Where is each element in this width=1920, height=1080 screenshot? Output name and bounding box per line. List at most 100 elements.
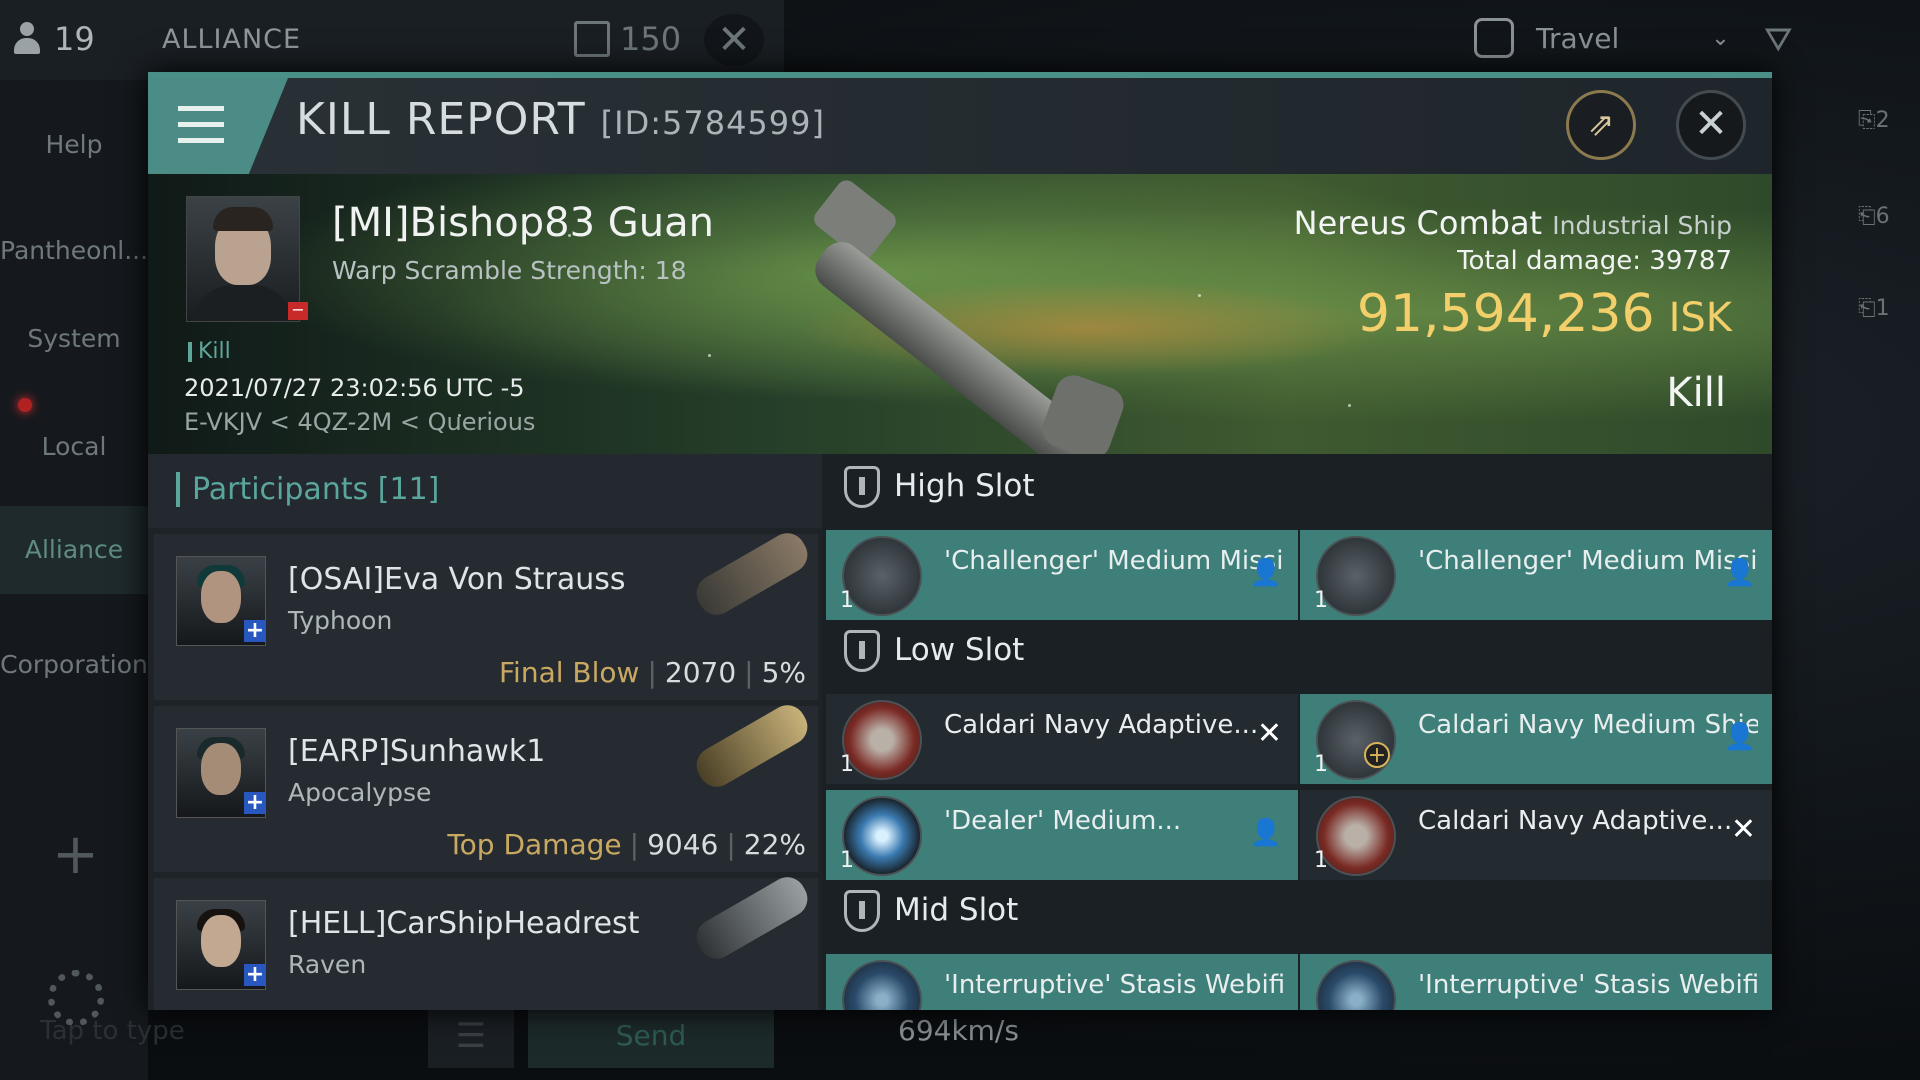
module-item[interactable]: 1 'Dealer' Medium... 👤 <box>826 790 1298 880</box>
plus-icon: + <box>1364 742 1390 768</box>
module-qty: 1 <box>1314 752 1328 777</box>
member-count[interactable]: 19 <box>12 20 95 58</box>
participant-name: [EARP]Sunhawk1 <box>288 734 546 769</box>
high-slot-header: High Slot <box>822 454 1772 524</box>
dropped-person-icon: 👤 <box>1723 558 1756 588</box>
member-count-value: 19 <box>54 20 95 58</box>
menu-button[interactable] <box>148 78 288 174</box>
filter-icon[interactable]: ⛛ <box>1764 20 1802 60</box>
participants-count: [11] <box>377 472 440 507</box>
kill-tag: Kill <box>188 341 231 363</box>
notification-dot <box>18 398 32 412</box>
participant-ship-image <box>690 526 814 622</box>
nav-help[interactable]: Help <box>0 120 148 170</box>
stasis-webifier-icon <box>842 960 922 1010</box>
chat-menu-button[interactable]: ☰ <box>428 1004 514 1068</box>
module-item[interactable]: 'Interruptive' Stasis Webifier <box>826 954 1298 1010</box>
kill-report-header: KILL REPORT [ID:5784599] ⇗ ✕ <box>148 78 1772 174</box>
participant-damage: 2070 <box>664 656 737 689</box>
dropped-person-icon: 👤 <box>1723 722 1756 752</box>
module-qty: 1 <box>840 848 854 873</box>
participant-stats: Final Blow | 2070 | 5% <box>498 656 806 689</box>
afterburner-icon <box>842 796 922 876</box>
module-name: 'Interruptive' Stasis Webifier <box>1418 970 1758 1000</box>
module-name: 'Challenger' Medium Missile ... <box>944 546 1284 576</box>
close-chat-button[interactable]: ✕ <box>704 14 764 66</box>
destroyed-icon: ✕ <box>1730 812 1756 847</box>
nav-pantheon[interactable]: Pantheonl... <box>0 226 148 276</box>
side-icon-count: 6 <box>1875 204 1890 229</box>
isk-value: 91,594,236 ISK <box>1356 284 1732 344</box>
plus-icon: + <box>244 962 266 987</box>
plus-icon: + <box>244 790 266 815</box>
person-icon <box>12 22 42 56</box>
participant-name: [HELL]CarShipHeadrest <box>288 906 640 941</box>
participant-row[interactable]: + [HELL]CarShipHeadrest Raven <box>154 870 818 1010</box>
participant-ship: Raven <box>288 950 367 979</box>
participant-role: Final Blow <box>498 656 640 689</box>
add-channel-icon[interactable]: + <box>52 822 99 887</box>
kill-datetime: 2021/07/27 23:02:56 UTC -5 <box>184 374 525 402</box>
participants-header: Participants [11] <box>148 454 822 528</box>
slot-shield-icon <box>844 630 880 672</box>
victim-name[interactable]: [MI]Bishop83 Guan <box>332 200 714 246</box>
warp-scramble-strength: Warp Scramble Strength: 18 <box>332 256 687 285</box>
missile-launcher-icon <box>842 536 922 616</box>
module-name: Caldari Navy Adaptive... <box>944 710 1259 740</box>
send-button[interactable]: Send <box>528 1004 774 1068</box>
module-item[interactable]: 1 'Challenger' Medium Missile ... 👤 <box>1300 530 1772 620</box>
slot-label: Low Slot <box>894 632 1025 668</box>
chat-window-icon <box>574 21 610 57</box>
travel-label: Travel <box>1536 21 1620 55</box>
close-button[interactable]: ✕ <box>1676 90 1746 160</box>
share-button[interactable]: ⇗ <box>1566 90 1636 160</box>
hamburger-icon <box>178 106 224 111</box>
shield-hardener-icon <box>842 700 922 780</box>
channel-count[interactable]: 150 <box>574 20 681 58</box>
side-icon-2[interactable]: ⎗6 <box>1858 204 1890 229</box>
fitting-panel: High Slot 1 'Challenger' Medium Missile … <box>822 454 1772 1010</box>
top-bar: 19 ALLIANCE 150 ✕ Travel ⌄ ⛛ <box>0 0 1920 80</box>
participants-panel: Participants [11] + [OSAI]Eva Von Straus… <box>148 454 822 1010</box>
side-icon-1[interactable]: ⎘2 <box>1858 108 1890 133</box>
participant-name: [OSAI]Eva Von Strauss <box>288 562 626 597</box>
module-name: Caldari Navy Medium Shield ... <box>1418 710 1758 740</box>
chat-input[interactable]: Tap to type <box>40 1016 185 1046</box>
participant-ship: Typhoon <box>288 606 393 635</box>
nav-alliance[interactable]: Alliance <box>0 506 148 594</box>
module-item[interactable]: 1 'Challenger' Medium Missile ... 👤 <box>826 530 1298 620</box>
side-icon-3[interactable]: ⎗1 <box>1858 296 1890 321</box>
total-damage: Total damage: 39787 <box>1457 246 1732 276</box>
side-icon-count: 1 <box>1875 296 1890 321</box>
module-name: 'Dealer' Medium... <box>944 806 1182 836</box>
participant-role: Top Damage <box>447 828 622 861</box>
side-icon-count: 2 <box>1875 108 1890 133</box>
participant-stats: Top Damage | 9046 | 22% <box>447 828 806 861</box>
channel-count-value: 150 <box>620 20 682 58</box>
low-slot-header: Low Slot <box>822 618 1772 688</box>
page-title: KILL REPORT [ID:5784599] <box>296 94 825 145</box>
result-label: Kill <box>1666 370 1726 416</box>
participant-row[interactable]: + [EARP]Sunhawk1 Apocalypse Top Damage | 9… <box>154 698 818 872</box>
nav-local[interactable]: Local <box>0 422 148 472</box>
module-item[interactable]: 1 Caldari Navy Adaptive... ✕ <box>826 694 1298 784</box>
travel-dropdown[interactable]: Travel ⌄ <box>1474 18 1730 58</box>
module-qty: 1 <box>1314 848 1328 873</box>
mid-slot-header: Mid Slot <box>822 878 1772 948</box>
nav-corporation[interactable]: Corporation <box>0 640 148 690</box>
channel-title: ALLIANCE <box>162 24 302 55</box>
plus-icon: + <box>244 618 266 643</box>
participant-row[interactable]: + [OSAI]Eva Von Strauss Typhoon Final Bl… <box>154 526 818 700</box>
module-item[interactable]: + 1 Caldari Navy Medium Shield ... 👤 <box>1300 694 1772 784</box>
slot-label: Mid Slot <box>894 892 1019 928</box>
dropped-person-icon: 👤 <box>1249 558 1282 588</box>
victim-portrait[interactable] <box>186 196 300 322</box>
shield-hardener-icon <box>1316 796 1396 876</box>
nav-system[interactable]: System <box>0 314 148 364</box>
module-item[interactable]: 1 Caldari Navy Adaptive... ✕ <box>1300 790 1772 880</box>
ship-speed: 694km/s <box>898 1014 1019 1047</box>
module-qty: 1 <box>840 588 854 613</box>
missile-launcher-icon <box>1316 536 1396 616</box>
title-text: KILL REPORT <box>296 94 586 145</box>
module-item[interactable]: 'Interruptive' Stasis Webifier <box>1300 954 1772 1010</box>
